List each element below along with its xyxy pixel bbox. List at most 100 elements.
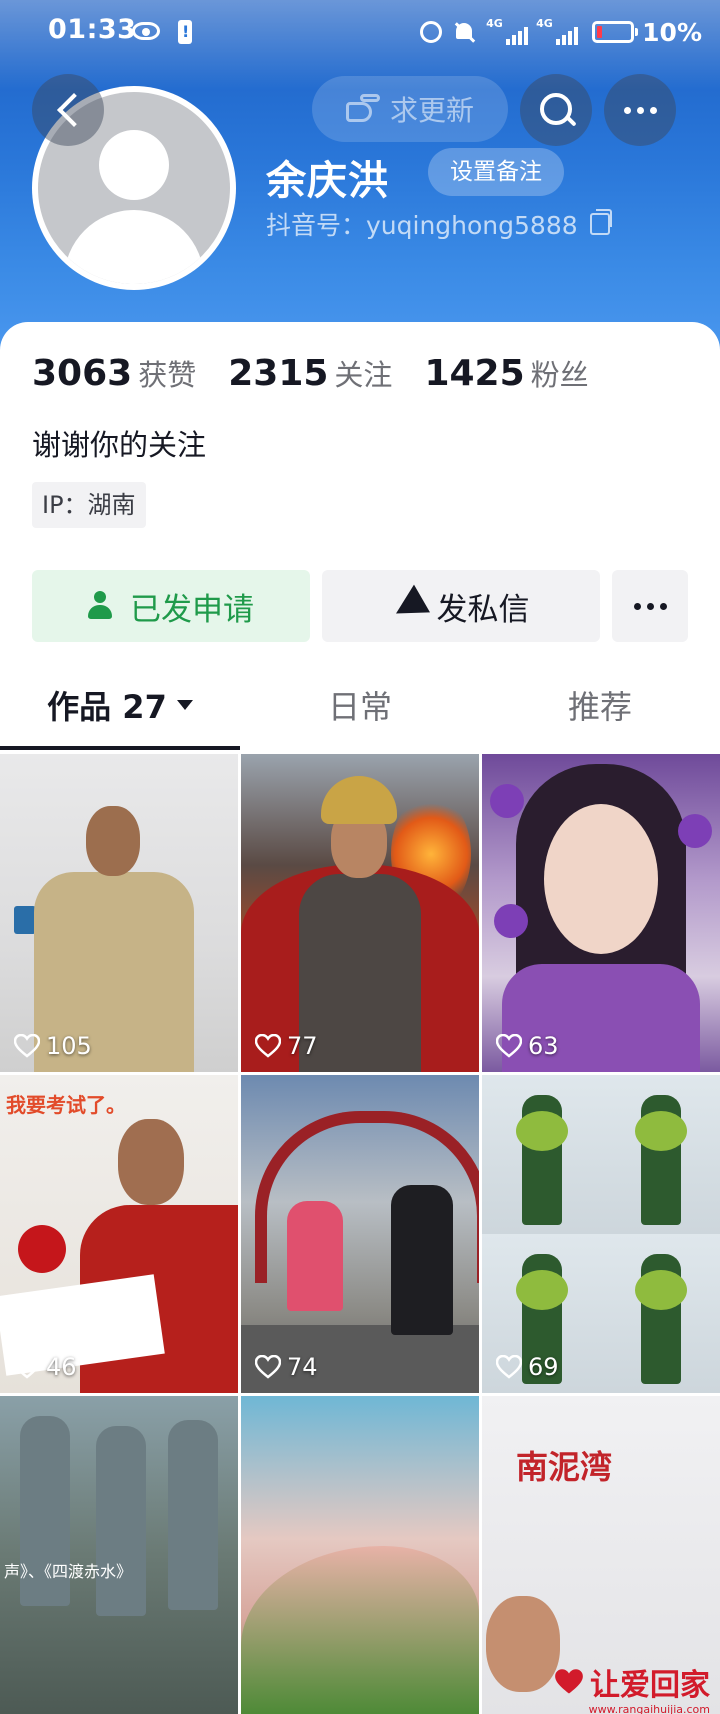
like-count: 105 [14, 1032, 92, 1060]
avatar-head [99, 130, 169, 200]
video-thumbnail[interactable]: 63 [482, 754, 720, 1072]
thumbnail-caption: 南泥湾 [516, 1448, 613, 1486]
watermark-url: www.rangaihuijia.com [588, 1703, 710, 1714]
thumbnail-art [287, 1201, 343, 1311]
more-options-button[interactable] [604, 74, 676, 146]
douyin-id[interactable]: 抖音号：yuqinghong5888 [266, 206, 612, 242]
status-icons: 4G 4G 10% [420, 14, 702, 50]
video-thumbnail[interactable]: 74 [241, 1075, 479, 1393]
thumbnail-art [635, 1111, 687, 1151]
video-thumbnail[interactable] [241, 1396, 479, 1714]
thumbnail-art [486, 1596, 560, 1692]
copy-icon[interactable] [589, 209, 612, 235]
like-count: 74 [255, 1353, 318, 1381]
like-count: 77 [255, 1032, 318, 1060]
request-update-button[interactable]: 求更新 [312, 76, 508, 142]
send-message-button[interactable]: 发私信 [322, 570, 600, 642]
tab-works-label: 作品 27 [47, 688, 167, 726]
heart-icon [496, 1034, 522, 1058]
heart-icon [255, 1355, 281, 1379]
stat-value: 1425 [424, 353, 525, 394]
like-count-value: 46 [46, 1353, 77, 1381]
stat-followers[interactable]: 1425 粉丝 [424, 352, 588, 394]
request-sent-label: 已发申请 [130, 591, 254, 628]
sim-alert-icon [178, 20, 192, 44]
thumbnail-art [544, 804, 658, 954]
active-tab-indicator [0, 746, 240, 750]
thumbnail-art [678, 814, 712, 848]
stat-label: 关注 [334, 358, 393, 392]
network-type-label: 4G [536, 17, 553, 30]
thumbnail-art [490, 784, 524, 818]
like-count-value: 69 [528, 1353, 559, 1381]
thumbnail-art [96, 1426, 146, 1616]
stat-value: 3063 [32, 353, 133, 394]
thumbnail-art [516, 1270, 568, 1310]
watermark-logo: 让爱回家 [554, 1660, 710, 1704]
stat-likes[interactable]: 3063 获赞 [32, 352, 196, 394]
more-actions-button[interactable] [612, 570, 688, 642]
battery-icon [592, 21, 639, 43]
mute-bell-icon [454, 21, 474, 43]
thumbnail-art [168, 1420, 218, 1610]
video-thumbnail[interactable]: 声》、《四渡赤水》 [0, 1396, 238, 1714]
search-button[interactable] [520, 74, 592, 146]
like-count: 46 [14, 1353, 77, 1381]
thumbnail-art [494, 904, 528, 938]
heart-icon [496, 1355, 522, 1379]
video-thumbnail[interactable]: 105 [0, 754, 238, 1072]
battery-percent: 10% [642, 17, 702, 47]
content-tabs: 作品 27 日常 推荐 [0, 676, 720, 750]
like-count-value: 105 [46, 1032, 92, 1060]
thumbnail-art [516, 1111, 568, 1151]
heart-icon [255, 1034, 281, 1058]
status-bar: 01:33 4G 4G 10% [0, 0, 720, 68]
video-thumbnail[interactable]: 69 [482, 1075, 720, 1393]
profile-stats: 3063 获赞 2315 关注 1425 粉丝 [32, 352, 621, 394]
video-thumbnail[interactable]: 77 [241, 754, 479, 1072]
like-count-value: 63 [528, 1032, 559, 1060]
set-remark-button[interactable]: 设置备注 [428, 148, 564, 196]
thumbnail-art [18, 1225, 66, 1273]
user-bio: 谢谢你的关注 [32, 428, 207, 462]
stat-following[interactable]: 2315 关注 [228, 352, 392, 394]
video-thumbnail[interactable]: 我要考试了。 46 [0, 1075, 238, 1393]
heart-logo-icon [555, 1669, 583, 1694]
request-sent-button[interactable]: 已发申请 [32, 570, 310, 642]
avatar-body [64, 210, 204, 284]
stat-value: 2315 [228, 353, 329, 394]
send-icon [387, 584, 430, 628]
thumbnail-caption: 声》、《四渡赤水》 [4, 1562, 133, 1581]
thumbnail-art [601, 1234, 720, 1393]
thumbnail-art [635, 1270, 687, 1310]
send-message-label: 发私信 [436, 591, 530, 628]
alarm-icon [420, 21, 443, 43]
signal-icon: 4G [536, 17, 579, 45]
tab-daily[interactable]: 日常 [240, 676, 480, 750]
heart-icon [14, 1034, 40, 1058]
eye-icon [132, 22, 160, 40]
watermark-text: 让爱回家 [590, 1668, 710, 1703]
like-count-value: 74 [287, 1353, 318, 1381]
tab-recommended[interactable]: 推荐 [480, 676, 720, 750]
thumbnail-art [391, 1185, 453, 1335]
thumbnail-art [482, 1075, 601, 1234]
video-thumbnail[interactable]: 南泥湾 让爱回家 www.rangaihuijia.com [482, 1396, 720, 1714]
ip-location-tag: IP：湖南 [32, 482, 146, 528]
back-button[interactable] [32, 74, 104, 146]
douyin-id-text: 抖音号：yuqinghong5888 [266, 211, 578, 240]
thumb-point-icon [345, 94, 380, 124]
thumbnail-art [86, 806, 140, 876]
thumbnail-caption: 我要考试了。 [6, 1093, 126, 1117]
stat-label: 获赞 [138, 358, 197, 392]
user-check-icon [88, 591, 118, 621]
network-type-label: 4G [486, 17, 503, 30]
like-count-value: 77 [287, 1032, 318, 1060]
search-icon-handle [565, 115, 577, 127]
thumbnail-art [14, 906, 36, 934]
thumbnail-art [118, 1119, 184, 1205]
tab-works[interactable]: 作品 27 [0, 676, 240, 750]
chevron-left-icon [57, 93, 91, 127]
thumbnail-art [601, 1075, 720, 1234]
more-icon [612, 570, 688, 642]
